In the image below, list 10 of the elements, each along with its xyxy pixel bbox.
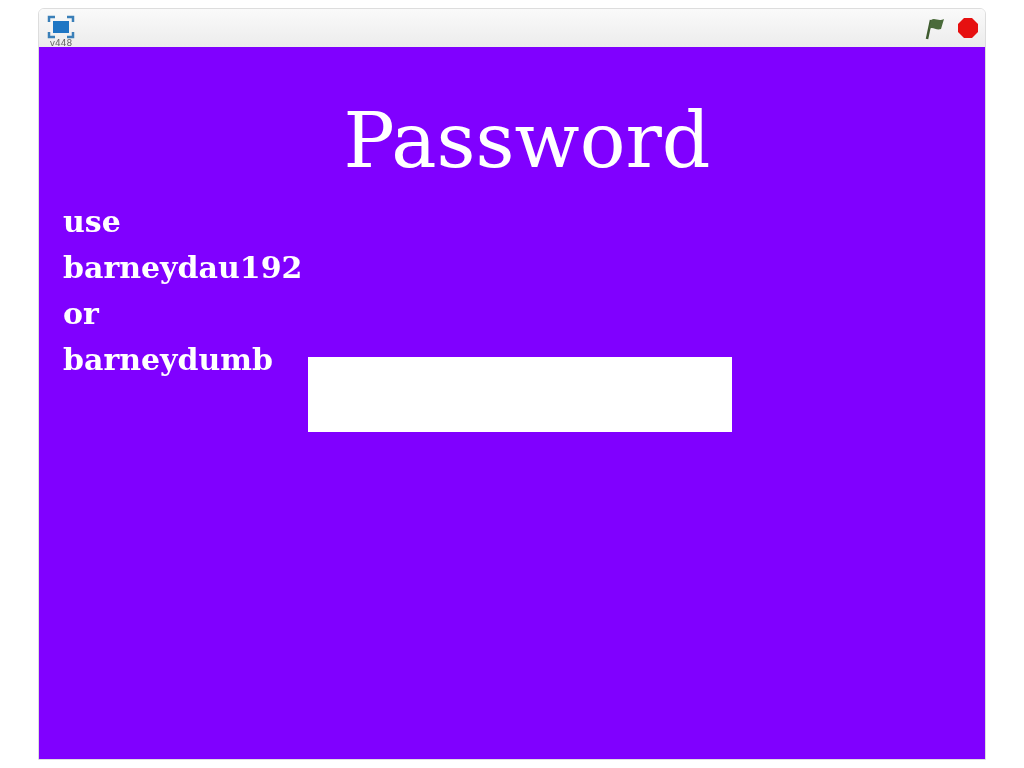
fullscreen-icon[interactable]	[47, 15, 75, 39]
stop-icon[interactable]	[957, 17, 979, 39]
answer-field[interactable]	[308, 356, 732, 432]
hint-text: use	[63, 202, 122, 241]
hint-text: or	[63, 294, 100, 333]
version-label: v448	[49, 39, 73, 48]
hint-text: barneydau192	[63, 248, 304, 287]
flag-icon[interactable]	[923, 16, 947, 40]
hint-text: barneydumb	[63, 340, 275, 379]
stage-title: Password	[343, 99, 711, 183]
